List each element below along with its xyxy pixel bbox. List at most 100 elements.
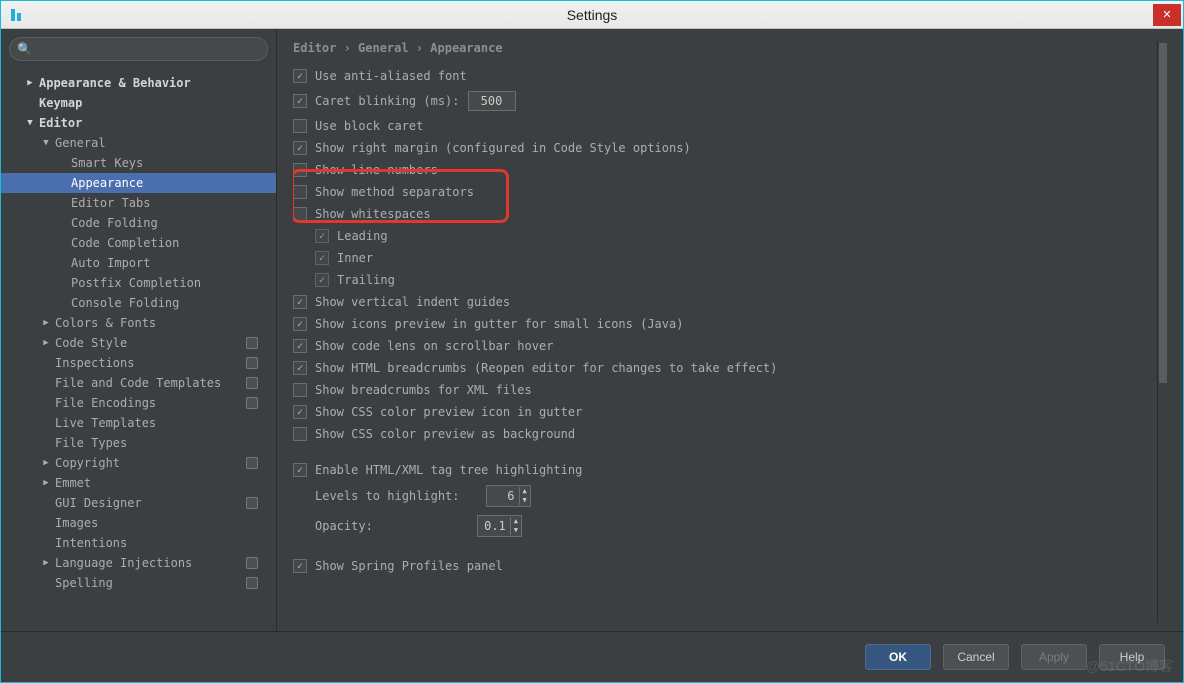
checkbox-code-lens[interactable] <box>293 339 307 353</box>
tree-item[interactable]: Keymap <box>1 93 276 113</box>
chevron-icon[interactable]: ▶ <box>39 558 53 568</box>
checkbox-tag-tree[interactable] <box>293 463 307 477</box>
checkbox-block-caret[interactable] <box>293 119 307 133</box>
sidebar: 🔍 ▶Appearance & BehaviorKeymap▼Editor▼Ge… <box>1 29 277 631</box>
ok-button[interactable]: OK <box>865 644 931 670</box>
tree-item[interactable]: Code Completion <box>1 233 276 253</box>
checkbox-spring-profiles[interactable] <box>293 559 307 573</box>
chevron-icon[interactable]: ▶ <box>39 318 53 328</box>
label-right-margin: Show right margin (configured in Code St… <box>315 141 691 155</box>
input-levels[interactable] <box>487 486 519 506</box>
cancel-button[interactable]: Cancel <box>943 644 1009 670</box>
label-antialias: Use anti-aliased font <box>315 69 467 83</box>
tree-item[interactable]: File Encodings <box>1 393 276 413</box>
tree-item[interactable]: Console Folding <box>1 293 276 313</box>
tree-item[interactable]: GUI Designer <box>1 493 276 513</box>
tree-item[interactable]: ▶Appearance & Behavior <box>1 73 276 93</box>
tree-item[interactable]: ▶Code Style <box>1 333 276 353</box>
tree-item[interactable]: ▶Emmet <box>1 473 276 493</box>
scope-badge-icon <box>246 557 258 569</box>
checkbox-indent-guides[interactable] <box>293 295 307 309</box>
checkbox-antialias[interactable] <box>293 69 307 83</box>
label-opacity: Opacity: <box>315 519 373 533</box>
apply-button[interactable]: Apply <box>1021 644 1087 670</box>
tree-item-label: Emmet <box>55 476 91 490</box>
input-opacity[interactable] <box>478 516 510 536</box>
tree-item[interactable]: Editor Tabs <box>1 193 276 213</box>
checkbox-ws-trailing[interactable] <box>315 273 329 287</box>
scrollbar-thumb[interactable] <box>1159 43 1167 383</box>
label-caret-blinking: Caret blinking (ms): <box>315 94 460 108</box>
spinner-down-icon[interactable]: ▼ <box>520 496 530 505</box>
tree-item-label: Images <box>55 516 98 530</box>
tree-item[interactable]: Live Templates <box>1 413 276 433</box>
chevron-icon[interactable]: ▶ <box>39 338 53 348</box>
window-close-button[interactable]: ✕ <box>1153 4 1181 26</box>
breadcrumb: Editor › General › Appearance <box>293 41 1157 67</box>
spinner-up-icon[interactable]: ▲ <box>520 487 530 496</box>
tree-item[interactable]: Appearance <box>1 173 276 193</box>
tree-item-label: File Encodings <box>55 396 156 410</box>
main-scrollbar[interactable] <box>1157 41 1167 623</box>
tree-item-label: Editor Tabs <box>71 196 150 210</box>
chevron-icon[interactable]: ▼ <box>39 138 53 148</box>
tree-item[interactable]: ▶Language Injections <box>1 553 276 573</box>
tree-item[interactable]: Spelling <box>1 573 276 593</box>
checkbox-right-margin[interactable] <box>293 141 307 155</box>
tree-item-label: File Types <box>55 436 127 450</box>
scope-badge-icon <box>246 377 258 389</box>
label-ws-trailing: Trailing <box>337 273 395 287</box>
tree-item[interactable]: ▼General <box>1 133 276 153</box>
checkbox-ws-leading[interactable] <box>315 229 329 243</box>
tree-item-label: Language Injections <box>55 556 192 570</box>
tree-item[interactable]: Postfix Completion <box>1 273 276 293</box>
spinner-up-icon[interactable]: ▲ <box>511 517 521 526</box>
checkbox-icons-preview[interactable] <box>293 317 307 331</box>
tree-item[interactable]: ▶Copyright <box>1 453 276 473</box>
checkbox-whitespaces[interactable] <box>293 207 307 221</box>
button-bar: OK Cancel Apply Help <box>1 631 1183 681</box>
tree-item-label: Smart Keys <box>71 156 143 170</box>
tree-item-label: Code Style <box>55 336 127 350</box>
tree-item[interactable]: Images <box>1 513 276 533</box>
tree-item[interactable]: Code Folding <box>1 213 276 233</box>
spinner-down-icon[interactable]: ▼ <box>511 526 521 535</box>
checkbox-method-separators[interactable] <box>293 185 307 199</box>
tree-item[interactable]: File and Code Templates <box>1 373 276 393</box>
title-bar: Settings ✕ <box>1 1 1183 29</box>
checkbox-css-background[interactable] <box>293 427 307 441</box>
checkbox-xml-breadcrumbs[interactable] <box>293 383 307 397</box>
checkbox-css-gutter[interactable] <box>293 405 307 419</box>
main-panel: Editor › General › Appearance Use anti-a… <box>277 29 1183 631</box>
tree-item-label: Copyright <box>55 456 120 470</box>
checkbox-html-breadcrumbs[interactable] <box>293 361 307 375</box>
spinner-opacity[interactable]: ▲▼ <box>477 515 522 537</box>
tree-item[interactable]: ▼Editor <box>1 113 276 133</box>
spinner-levels[interactable]: ▲▼ <box>486 485 531 507</box>
tree-item[interactable]: Auto Import <box>1 253 276 273</box>
checkbox-line-numbers[interactable] <box>293 163 307 177</box>
checkbox-ws-inner[interactable] <box>315 251 329 265</box>
tree-item-label: Colors & Fonts <box>55 316 156 330</box>
chevron-icon[interactable]: ▼ <box>23 118 37 128</box>
tree-item[interactable]: File Types <box>1 433 276 453</box>
tree-item-label: Inspections <box>55 356 134 370</box>
tree-item-label: Appearance <box>71 176 143 190</box>
tree-item-label: Code Folding <box>71 216 158 230</box>
tree-item-label: Console Folding <box>71 296 179 310</box>
tree-item[interactable]: ▶Colors & Fonts <box>1 313 276 333</box>
label-levels: Levels to highlight: <box>315 489 460 503</box>
chevron-icon[interactable]: ▶ <box>39 458 53 468</box>
settings-tree[interactable]: ▶Appearance & BehaviorKeymap▼Editor▼Gene… <box>1 69 276 631</box>
scope-badge-icon <box>246 457 258 469</box>
tree-item[interactable]: Smart Keys <box>1 153 276 173</box>
tree-item[interactable]: Inspections <box>1 353 276 373</box>
input-caret-blinking-ms[interactable] <box>468 91 516 111</box>
checkbox-caret-blinking[interactable] <box>293 94 307 108</box>
settings-search-input[interactable] <box>9 37 268 61</box>
tree-item-label: Appearance & Behavior <box>39 76 191 90</box>
tree-item[interactable]: Intentions <box>1 533 276 553</box>
chevron-icon[interactable]: ▶ <box>39 478 53 488</box>
help-button[interactable]: Help <box>1099 644 1165 670</box>
chevron-icon[interactable]: ▶ <box>23 78 37 88</box>
